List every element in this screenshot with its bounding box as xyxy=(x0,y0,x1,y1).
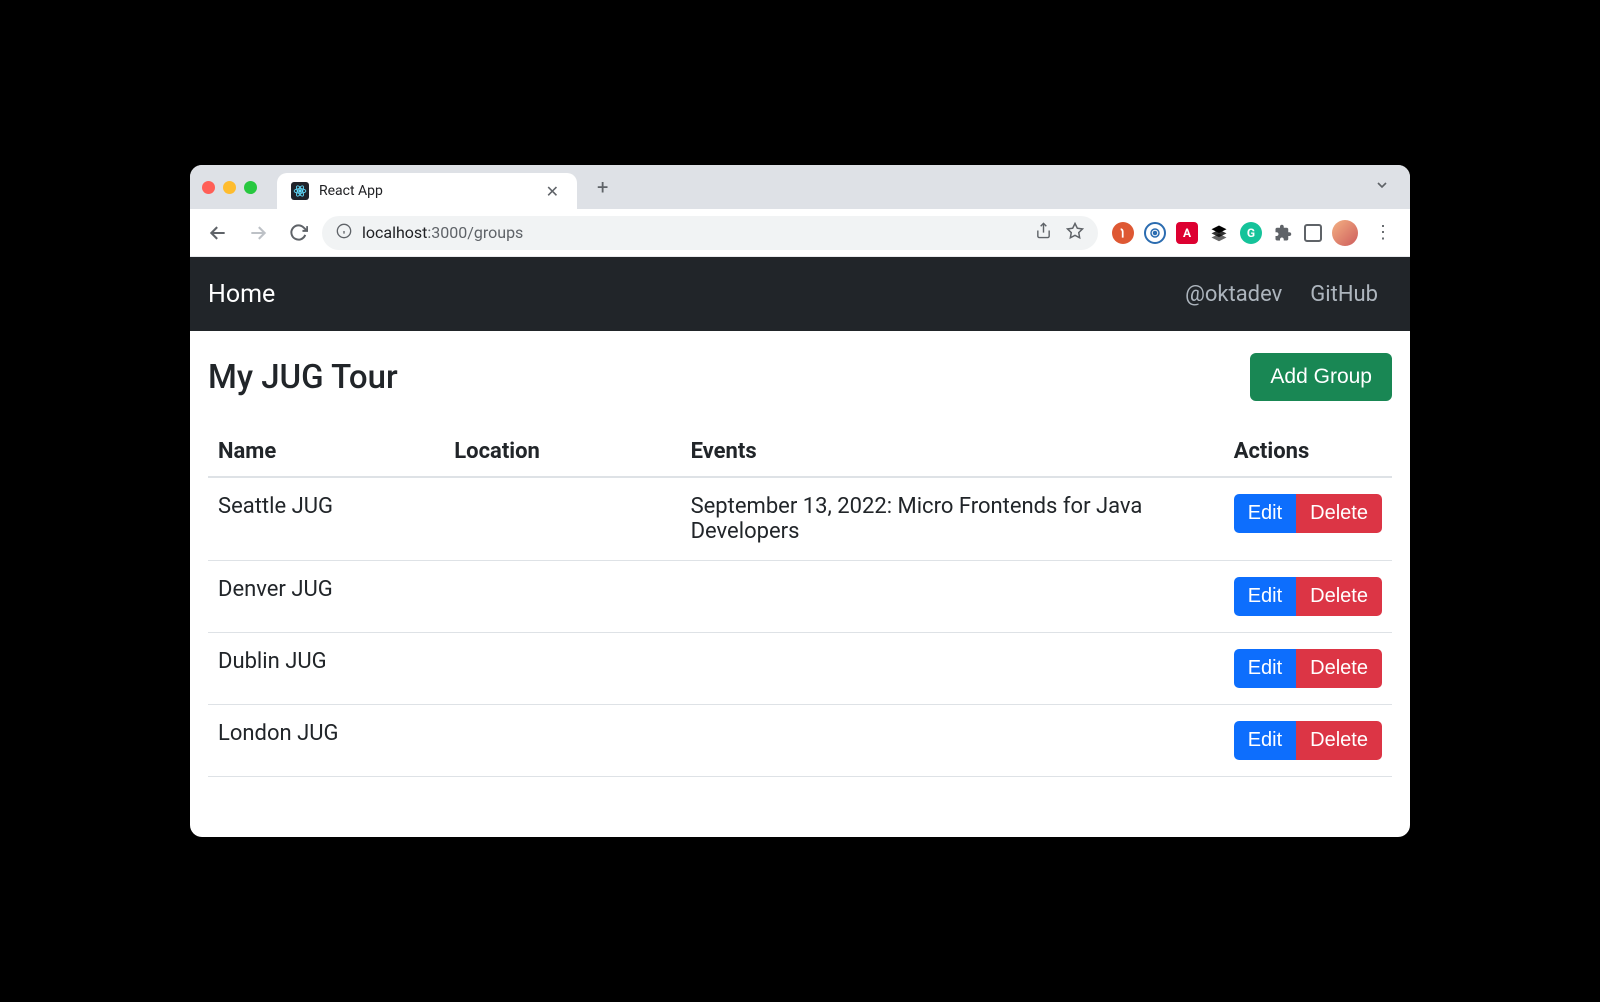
cell-events xyxy=(681,561,1224,633)
window-close-button[interactable] xyxy=(202,181,215,194)
delete-button[interactable]: Delete xyxy=(1296,577,1382,616)
tab-close-icon[interactable]: ✕ xyxy=(542,182,563,201)
page-title: My JUG Tour xyxy=(208,358,398,397)
traffic-lights xyxy=(202,181,257,194)
window-minimize-button[interactable] xyxy=(223,181,236,194)
address-url: localhost:3000/groups xyxy=(362,223,523,242)
navbar-github-link[interactable]: GitHub xyxy=(1296,282,1392,307)
table-row: Seattle JUG September 13, 2022: Micro Fr… xyxy=(208,477,1392,561)
table-header-actions: Actions xyxy=(1224,429,1392,477)
cell-name: Dublin JUG xyxy=(208,633,444,705)
cell-location xyxy=(444,561,680,633)
window-maximize-button[interactable] xyxy=(244,181,257,194)
table-header-location: Location xyxy=(444,429,680,477)
cell-name: London JUG xyxy=(208,705,444,777)
cell-actions: Edit Delete xyxy=(1224,561,1392,633)
cell-actions: Edit Delete xyxy=(1224,705,1392,777)
browser-tab[interactable]: React App ✕ xyxy=(277,173,577,209)
cell-events: September 13, 2022: Micro Frontends for … xyxy=(681,477,1224,561)
tab-title: React App xyxy=(319,183,532,199)
app-navbar: Home @oktadev GitHub xyxy=(190,257,1410,331)
navbar-oktadev-link[interactable]: @oktadev xyxy=(1171,282,1296,307)
edit-button[interactable]: Edit xyxy=(1234,494,1296,533)
nav-forward-button[interactable] xyxy=(242,217,274,249)
cell-name: Seattle JUG xyxy=(208,477,444,561)
cell-events xyxy=(681,705,1224,777)
extension-icons: A G ⋮ xyxy=(1112,220,1398,246)
cell-location xyxy=(444,633,680,705)
edit-button[interactable]: Edit xyxy=(1234,649,1296,688)
table-header-events: Events xyxy=(681,429,1224,477)
bookmark-star-icon[interactable] xyxy=(1066,222,1084,244)
cell-location xyxy=(444,477,680,561)
delete-button[interactable]: Delete xyxy=(1296,721,1382,760)
delete-button[interactable]: Delete xyxy=(1296,649,1382,688)
reader-mode-icon[interactable] xyxy=(1304,224,1322,242)
edit-button[interactable]: Edit xyxy=(1234,577,1296,616)
buffer-extension-icon[interactable] xyxy=(1208,222,1230,244)
table-row: Dublin JUG Edit Delete xyxy=(208,633,1392,705)
react-favicon-icon xyxy=(291,182,309,200)
browser-menu-icon[interactable]: ⋮ xyxy=(1368,222,1398,243)
table-row: Denver JUG Edit Delete xyxy=(208,561,1392,633)
new-tab-button[interactable]: + xyxy=(585,175,620,199)
address-bar[interactable]: localhost:3000/groups xyxy=(322,216,1098,250)
table-header-name: Name xyxy=(208,429,444,477)
add-group-button[interactable]: Add Group xyxy=(1250,353,1392,401)
grammarly-extension-icon[interactable]: G xyxy=(1240,222,1262,244)
edit-button[interactable]: Edit xyxy=(1234,721,1296,760)
content-header: My JUG Tour Add Group xyxy=(208,353,1392,401)
browser-toolbar: localhost:3000/groups A G xyxy=(190,209,1410,257)
cell-name: Denver JUG xyxy=(208,561,444,633)
nav-reload-button[interactable] xyxy=(282,217,314,249)
extensions-menu-icon[interactable] xyxy=(1272,222,1294,244)
duckduckgo-extension-icon[interactable] xyxy=(1112,222,1134,244)
cell-events xyxy=(681,633,1224,705)
nav-back-button[interactable] xyxy=(202,217,234,249)
extension-icon[interactable] xyxy=(1144,222,1166,244)
table-row: London JUG Edit Delete xyxy=(208,705,1392,777)
profile-avatar[interactable] xyxy=(1332,220,1358,246)
page-content: My JUG Tour Add Group Name Location Even… xyxy=(190,331,1410,837)
site-info-icon[interactable] xyxy=(336,223,352,243)
navbar-home-link[interactable]: Home xyxy=(208,280,275,309)
share-icon[interactable] xyxy=(1035,222,1052,244)
cell-actions: Edit Delete xyxy=(1224,633,1392,705)
delete-button[interactable]: Delete xyxy=(1296,494,1382,533)
browser-window: React App ✕ + localhost:3000/groups xyxy=(190,165,1410,837)
cell-actions: Edit Delete xyxy=(1224,477,1392,561)
browser-titlebar: React App ✕ + xyxy=(190,165,1410,209)
angular-extension-icon[interactable]: A xyxy=(1176,222,1198,244)
groups-table: Name Location Events Actions Seattle JUG… xyxy=(208,429,1392,777)
tabs-overflow-icon[interactable] xyxy=(1366,177,1398,197)
cell-location xyxy=(444,705,680,777)
